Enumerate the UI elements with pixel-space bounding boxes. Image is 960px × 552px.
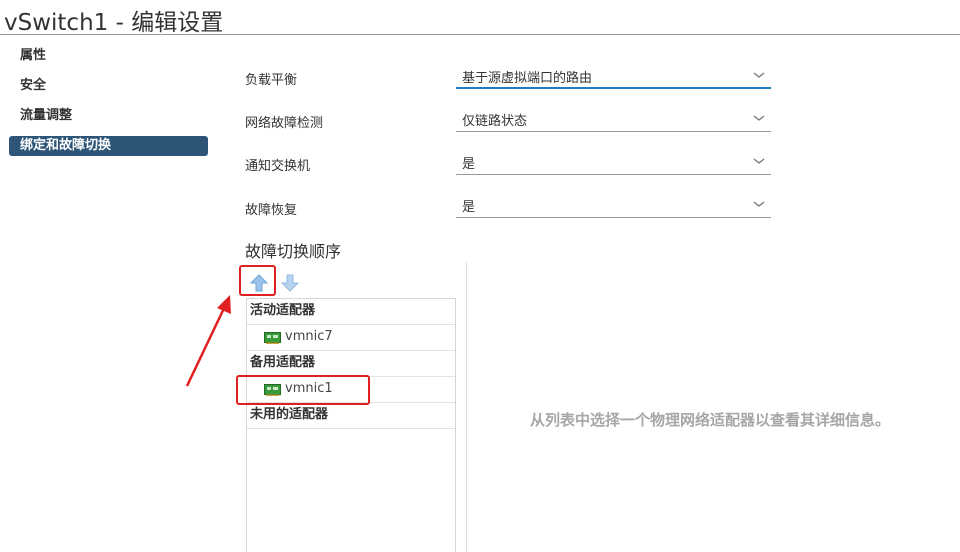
load-balancing-label: 负载平衡 bbox=[245, 73, 298, 88]
standby-adapters-header: 备用适配器 bbox=[247, 351, 455, 377]
active-adapters-header: 活动适配器 bbox=[247, 299, 455, 325]
chevron-down-icon bbox=[753, 201, 765, 207]
chevron-down-icon bbox=[753, 158, 765, 164]
sidebar-item-teaming-failover[interactable]: 绑定和故障切换 bbox=[9, 136, 208, 156]
list-item-vmnic7[interactable]: vmnic7 bbox=[247, 325, 455, 351]
move-down-button[interactable] bbox=[280, 273, 300, 293]
network-failure-detection-label: 网络故障检测 bbox=[245, 116, 324, 131]
network-failure-detection-value: 仅链路状态 bbox=[462, 114, 528, 129]
notify-switches-select[interactable]: 是 bbox=[456, 151, 771, 175]
notify-switches-value: 是 bbox=[462, 157, 476, 172]
chevron-down-icon bbox=[753, 72, 765, 78]
network-failure-detection-select[interactable]: 仅链路状态 bbox=[456, 108, 771, 132]
window-title: vSwitch1 - 编辑设置 bbox=[4, 10, 224, 36]
vmnic1-highlight bbox=[236, 375, 370, 405]
load-balancing-value: 基于源虚拟端口的路由 bbox=[462, 71, 593, 86]
failover-order-title: 故障切换顺序 bbox=[245, 242, 342, 261]
failback-value: 是 bbox=[462, 200, 476, 215]
sidebar-item-security[interactable]: 安全 bbox=[9, 76, 208, 96]
failback-select[interactable]: 是 bbox=[456, 194, 771, 218]
chevron-down-icon bbox=[753, 115, 765, 121]
arrow-down-icon bbox=[280, 274, 300, 292]
unused-adapters-header: 未用的适配器 bbox=[247, 403, 455, 429]
panel-divider bbox=[466, 262, 467, 552]
move-up-highlight bbox=[239, 265, 276, 296]
notify-switches-label: 通知交换机 bbox=[245, 159, 311, 174]
adapter-name: vmnic7 bbox=[285, 329, 333, 344]
sidebar-item-traffic-shaping[interactable]: 流量调整 bbox=[9, 106, 208, 126]
title-bar: vSwitch1 - 编辑设置 bbox=[0, 0, 960, 36]
load-balancing-select[interactable]: 基于源虚拟端口的路由 bbox=[456, 65, 771, 89]
annotation-arrow-icon bbox=[185, 295, 231, 387]
failback-label: 故障恢复 bbox=[245, 203, 298, 218]
network-adapter-icon bbox=[264, 332, 281, 344]
details-placeholder: 从列表中选择一个物理网络适配器以查看其详细信息。 bbox=[530, 411, 891, 429]
failover-adapter-list: 活动适配器 vmnic7 备用适配器 vmnic1 未用的适配器 bbox=[246, 298, 456, 552]
sidebar-item-properties[interactable]: 属性 bbox=[9, 46, 208, 66]
